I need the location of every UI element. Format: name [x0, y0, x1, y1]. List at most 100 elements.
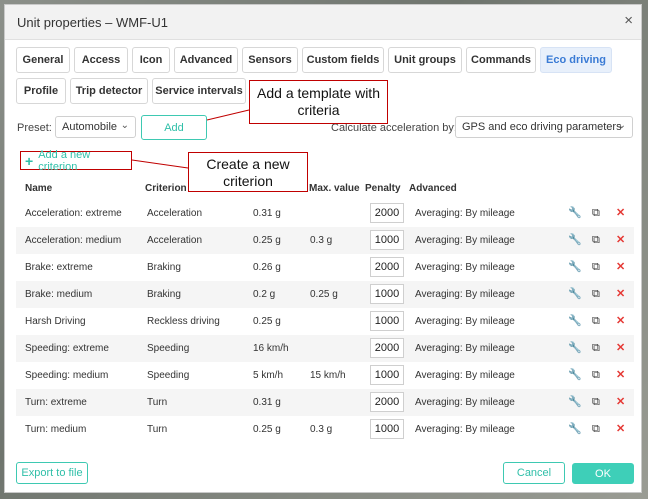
advanced-value: Averaging: By mileage: [415, 289, 515, 300]
table-row: Acceleration: extreme Acceleration 0.31 …: [16, 200, 634, 227]
wrench-icon[interactable]: 🔧: [568, 233, 582, 247]
criterion-name: Brake: extreme: [25, 262, 93, 273]
wrench-icon[interactable]: 🔧: [568, 422, 582, 436]
delete-icon[interactable]: ✕: [616, 422, 625, 436]
advanced-value: Averaging: By mileage: [415, 370, 515, 381]
penalty-input[interactable]: 1000: [370, 419, 404, 439]
min-value: 0.2 g: [253, 289, 276, 300]
tab-icon[interactable]: Icon: [132, 47, 170, 73]
criterion-name: Acceleration: extreme: [25, 208, 122, 219]
tab-profile[interactable]: Profile: [16, 78, 66, 104]
criterion-name: Turn: extreme: [25, 397, 87, 408]
preset-select-value: Automobile: [62, 121, 118, 133]
tab-custom-fields[interactable]: Custom fields: [302, 47, 384, 73]
wrench-icon[interactable]: 🔧: [568, 395, 582, 409]
penalty-input[interactable]: 1000: [370, 365, 404, 385]
penalty-input[interactable]: 2000: [370, 338, 404, 358]
criterion-name: Speeding: medium: [25, 370, 109, 381]
min-value: 0.31 g: [253, 208, 281, 219]
wrench-icon[interactable]: 🔧: [568, 341, 582, 355]
criterion-type: Reckless driving: [147, 316, 220, 327]
delete-icon[interactable]: ✕: [616, 287, 625, 301]
close-icon[interactable]: ×: [624, 13, 633, 29]
preset-label: Preset:: [17, 122, 52, 134]
tab-access[interactable]: Access: [74, 47, 128, 73]
min-value: 0.25 g: [253, 235, 281, 246]
add-criterion-label: Add a new criterion: [38, 148, 91, 173]
tab-general[interactable]: General: [16, 47, 70, 73]
wrench-icon[interactable]: 🔧: [568, 314, 582, 328]
tab-commands[interactable]: Commands: [466, 47, 536, 73]
column-header-name: Name: [25, 183, 53, 194]
copy-icon[interactable]: ⧉: [592, 314, 600, 328]
criterion-type: Acceleration: [147, 235, 203, 246]
table-row: Speeding: medium Speeding 5 km/h 15 km/h…: [16, 362, 634, 389]
criterion-callout: Create a new criterion: [188, 152, 308, 192]
table-row: Brake: extreme Braking 0.26 g 2000 Avera…: [16, 254, 634, 281]
advanced-value: Averaging: By mileage: [415, 424, 515, 435]
tab-eco-driving[interactable]: Eco driving: [540, 47, 612, 73]
max-value: 0.3 g: [310, 424, 333, 435]
delete-icon[interactable]: ✕: [616, 368, 625, 382]
tab-trip-detector[interactable]: Trip detector: [70, 78, 148, 104]
delete-icon[interactable]: ✕: [616, 206, 625, 220]
min-value: 0.26 g: [253, 262, 281, 273]
add-criterion-button[interactable]: + Add a new criterion: [20, 148, 132, 173]
copy-icon[interactable]: ⧉: [592, 233, 600, 247]
delete-icon[interactable]: ✕: [616, 395, 625, 409]
penalty-input[interactable]: 1000: [370, 284, 404, 304]
criterion-type: Speeding: [147, 343, 190, 354]
add-template-button[interactable]: Add: [141, 115, 207, 140]
tab-unit-groups[interactable]: Unit groups: [388, 47, 462, 73]
penalty-input[interactable]: 2000: [370, 392, 404, 412]
wrench-icon[interactable]: 🔧: [568, 287, 582, 301]
advanced-value: Averaging: By mileage: [415, 235, 515, 246]
copy-icon[interactable]: ⧉: [592, 395, 600, 409]
copy-icon[interactable]: ⧉: [592, 287, 600, 301]
table-row: Harsh Driving Reckless driving 0.25 g 10…: [16, 308, 634, 335]
delete-icon[interactable]: ✕: [616, 233, 625, 247]
penalty-input[interactable]: 2000: [370, 257, 404, 277]
max-value: 15 km/h: [310, 370, 346, 381]
copy-icon[interactable]: ⧉: [592, 341, 600, 355]
cancel-button[interactable]: Cancel: [503, 462, 565, 484]
penalty-input[interactable]: 2000: [370, 203, 404, 223]
plus-icon: +: [25, 152, 34, 169]
advanced-value: Averaging: By mileage: [415, 397, 515, 408]
acceleration-select[interactable]: GPS and eco driving parameters ⌄: [455, 116, 633, 138]
column-header-penalty: Penalty: [365, 183, 401, 194]
advanced-value: Averaging: By mileage: [415, 316, 515, 327]
chevron-down-icon: ⌄: [617, 120, 626, 131]
tab-service-intervals[interactable]: Service intervals: [152, 78, 246, 104]
dialog-title: Unit properties – WMF-U1: [17, 15, 168, 30]
ok-button[interactable]: OK: [572, 463, 634, 484]
max-value: 0.25 g: [310, 289, 338, 300]
copy-icon[interactable]: ⧉: [592, 206, 600, 220]
preset-select[interactable]: Automobile ⌄: [55, 116, 136, 138]
criterion-type: Braking: [147, 262, 181, 273]
criterion-type: Acceleration: [147, 208, 203, 219]
column-header-criterion: Criterion: [145, 183, 187, 194]
export-to-file-button[interactable]: Export to file: [16, 462, 88, 484]
copy-icon[interactable]: ⧉: [592, 260, 600, 274]
copy-icon[interactable]: ⧉: [592, 368, 600, 382]
copy-icon[interactable]: ⧉: [592, 422, 600, 436]
penalty-input[interactable]: 1000: [370, 230, 404, 250]
criterion-type: Speeding: [147, 370, 190, 381]
wrench-icon[interactable]: 🔧: [568, 260, 582, 274]
criterion-type: Turn: [147, 424, 168, 435]
criterion-name: Harsh Driving: [25, 316, 86, 327]
wrench-icon[interactable]: 🔧: [568, 368, 582, 382]
penalty-input[interactable]: 1000: [370, 311, 404, 331]
delete-icon[interactable]: ✕: [616, 314, 625, 328]
delete-icon[interactable]: ✕: [616, 260, 625, 274]
table-row: Turn: medium Turn 0.25 g 0.3 g 1000 Aver…: [16, 416, 634, 443]
tab-advanced[interactable]: Advanced: [174, 47, 238, 73]
wrench-icon[interactable]: 🔧: [568, 206, 582, 220]
tab-sensors[interactable]: Sensors: [242, 47, 298, 73]
delete-icon[interactable]: ✕: [616, 341, 625, 355]
advanced-value: Averaging: By mileage: [415, 343, 515, 354]
criterion-name: Brake: medium: [25, 289, 93, 300]
min-value: 0.25 g: [253, 316, 281, 327]
table-row: Turn: extreme Turn 0.31 g 2000 Averaging…: [16, 389, 634, 416]
